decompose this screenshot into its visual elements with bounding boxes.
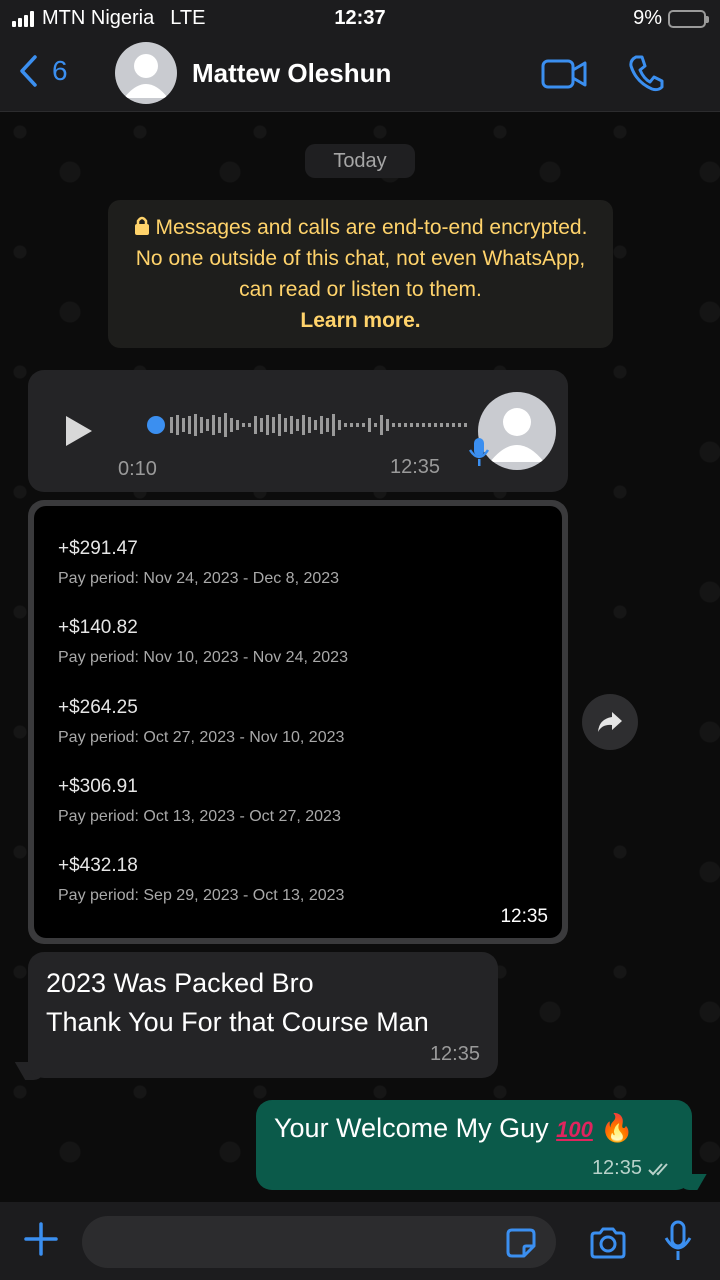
battery-percent: 9% [633, 7, 662, 29]
voice-timestamp: 12:35 [390, 456, 441, 478]
input-bar [0, 1202, 720, 1280]
back-button[interactable]: 6 [18, 54, 68, 88]
message-line: 2023 Was Packed Bro [46, 968, 314, 998]
message-body: Your Welcome My Guy [274, 1113, 549, 1143]
date-divider: Today [305, 144, 415, 178]
sticker-button[interactable] [504, 1226, 538, 1265]
double-check-icon [648, 1162, 668, 1175]
phone-call-icon[interactable] [628, 54, 664, 97]
microphone-icon [664, 1220, 692, 1260]
camera-icon [590, 1227, 626, 1259]
message-line: Thank You For that Course Man [46, 1007, 429, 1037]
battery-icon [668, 9, 709, 28]
message-status: 12:35 [592, 1157, 674, 1180]
contact-name[interactable]: Mattew Oleshun [192, 58, 391, 89]
lock-icon [134, 216, 149, 235]
payment-period: Pay period: Oct 13, 2023 - Oct 27, 2023 [58, 808, 341, 825]
incoming-text-message[interactable]: 2023 Was Packed Bro Thank You For that C… [28, 952, 498, 1078]
chevron-left-icon [20, 55, 37, 87]
forward-icon [598, 712, 622, 732]
payment-period: Pay period: Oct 27, 2023 - Nov 10, 2023 [58, 729, 345, 746]
sticker-icon [506, 1228, 536, 1258]
voice-record-button[interactable] [664, 1220, 692, 1267]
image-message[interactable]: +$291.47 Pay period: Nov 24, 2023 - Dec … [28, 500, 568, 944]
chat-header: 6 Mattew Oleshun [0, 36, 720, 112]
message-input[interactable] [82, 1216, 556, 1268]
payment-item: +$140.82 Pay period: Nov 10, 2023 - Nov … [58, 617, 348, 667]
payment-item: +$432.18 Pay period: Sep 29, 2023 - Oct … [58, 855, 344, 905]
play-icon[interactable] [64, 414, 94, 453]
encryption-notice[interactable]: Messages and calls are end-to-end encryp… [108, 200, 613, 348]
voice-waveform[interactable] [146, 410, 476, 440]
hundred-emoji-icon: 100 [556, 1117, 593, 1142]
voice-message[interactable]: 0:10 12:35 [28, 370, 568, 492]
payment-period: Pay period: Nov 10, 2023 - Nov 24, 2023 [58, 649, 348, 666]
payment-amount: +$264.25 [58, 697, 138, 718]
payment-amount: +$306.91 [58, 776, 138, 797]
message-text: Your Welcome My Guy 100 🔥 [274, 1110, 674, 1148]
learn-more-link[interactable]: Learn more. [122, 305, 599, 336]
chat-area[interactable]: Today Messages and calls are end-to-end … [0, 112, 720, 1202]
image-timestamp: 12:35 [500, 906, 548, 927]
contact-avatar[interactable] [115, 42, 177, 104]
payment-amount: +$432.18 [58, 855, 138, 876]
encryption-text: Messages and calls are end-to-end encryp… [135, 216, 588, 301]
status-bar: MTN Nigeria LTE 12:37 9% [0, 0, 720, 36]
unread-count: 6 [52, 55, 68, 86]
payments-screenshot[interactable]: +$291.47 Pay period: Nov 24, 2023 - Dec … [34, 506, 562, 938]
attach-button[interactable] [22, 1220, 60, 1263]
video-call-icon[interactable] [541, 58, 587, 95]
payment-item: +$291.47 Pay period: Nov 24, 2023 - Dec … [58, 538, 339, 588]
outgoing-text-message[interactable]: Your Welcome My Guy 100 🔥 12:35 [256, 1100, 692, 1190]
forward-button[interactable] [582, 694, 638, 750]
message-timestamp: 12:35 [429, 1043, 480, 1065]
fire-emoji-icon: 🔥 [600, 1113, 634, 1143]
clock: 12:37 [334, 7, 386, 29]
plus-icon [24, 1222, 58, 1256]
payment-amount: +$291.47 [58, 538, 138, 559]
status-right: 9% [633, 7, 709, 30]
payment-item: +$306.91 Pay period: Oct 13, 2023 - Oct … [58, 776, 341, 826]
voice-duration: 0:10 [118, 458, 157, 480]
payment-period: Pay period: Nov 24, 2023 - Dec 8, 2023 [58, 570, 340, 587]
payment-item: +$264.25 Pay period: Oct 27, 2023 - Nov … [58, 697, 344, 747]
mic-badge-icon [468, 436, 490, 473]
payment-period: Pay period: Sep 29, 2023 - Oct 13, 2023 [58, 887, 345, 904]
message-timestamp: 12:35 [591, 1157, 642, 1179]
camera-button[interactable] [588, 1226, 628, 1265]
payment-amount: +$140.82 [58, 617, 138, 638]
